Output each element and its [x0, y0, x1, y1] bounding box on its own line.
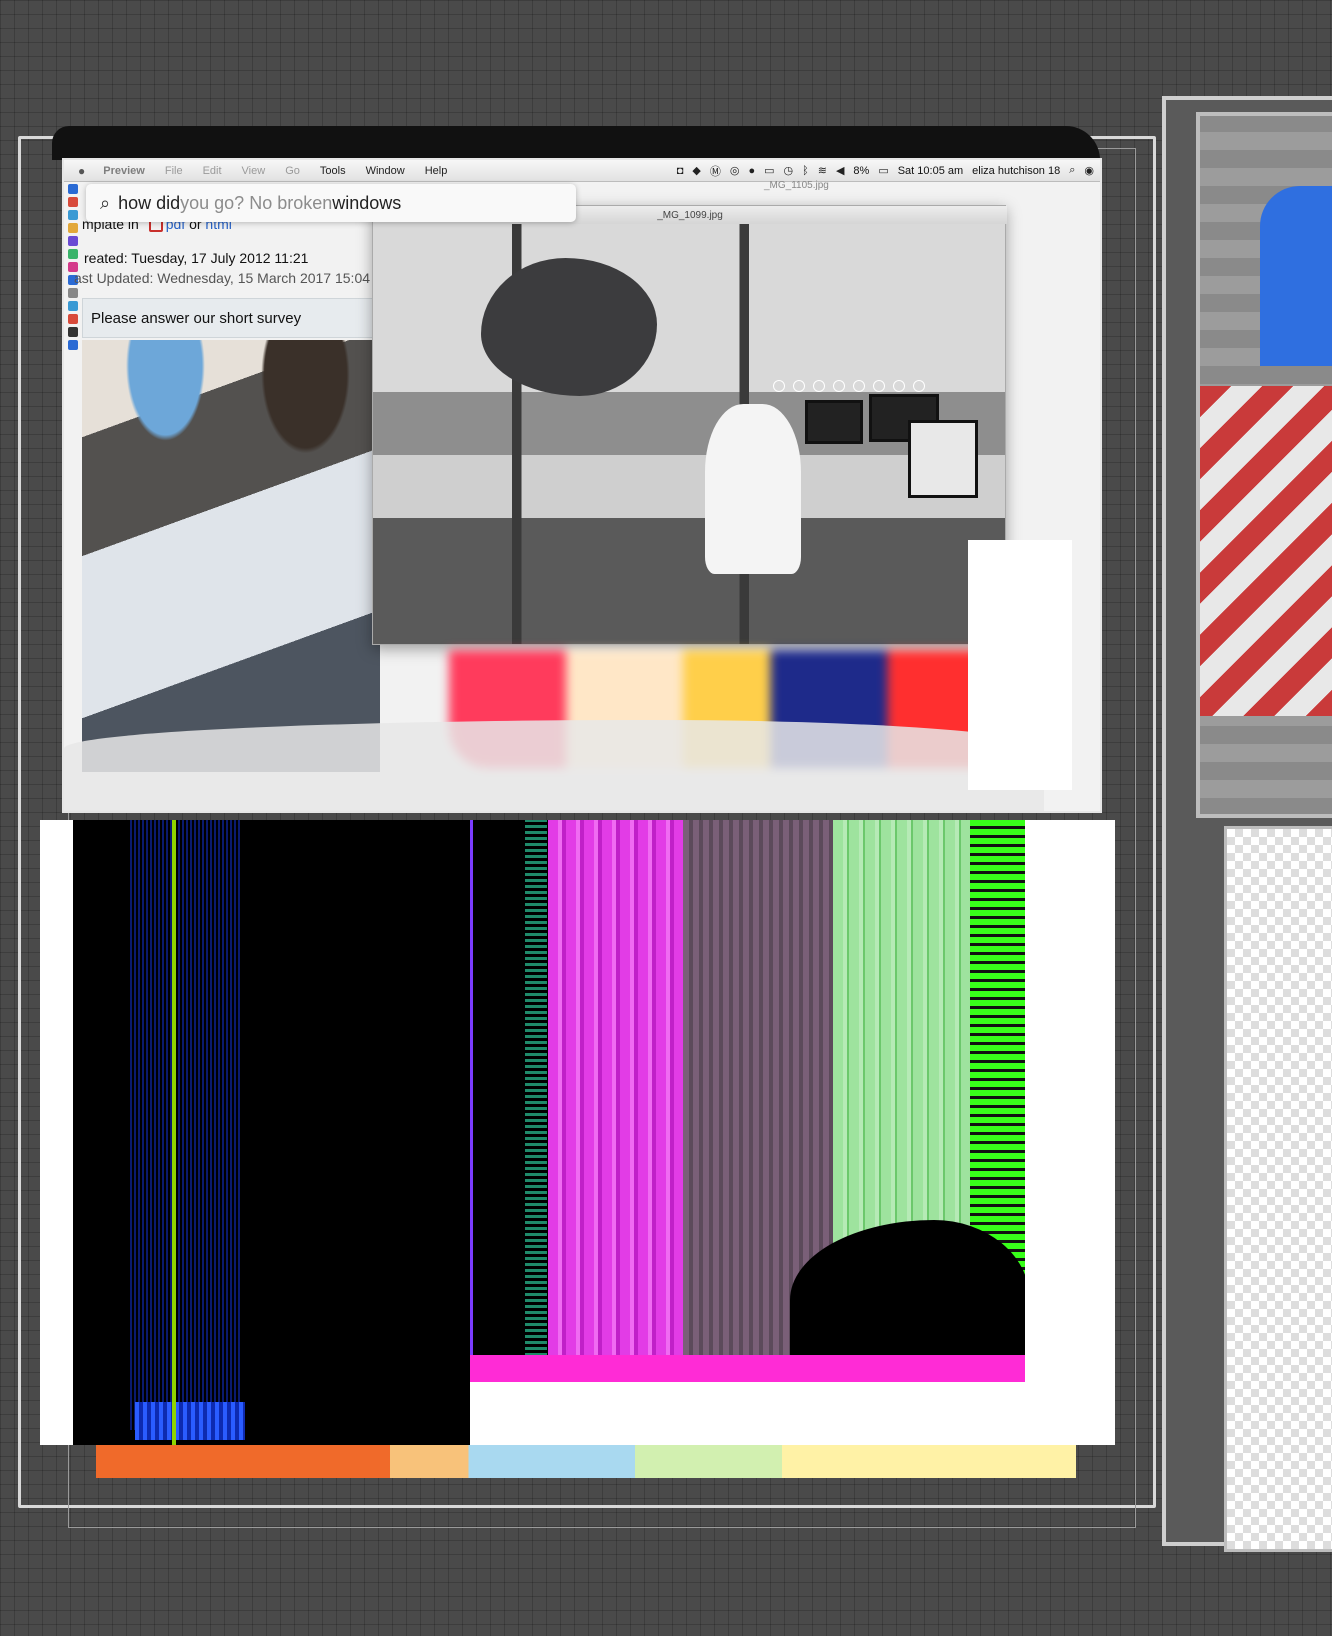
dropbox-icon[interactable]: ◆ [692, 164, 700, 177]
menu-tools[interactable]: Tools [310, 165, 356, 177]
ring [853, 380, 865, 392]
glitch-purple-line [470, 820, 473, 1445]
glitch-magenta-band [548, 820, 683, 1380]
ring [833, 380, 845, 392]
preview-title: _MG_1099.jpg [657, 209, 723, 221]
app-icon[interactable] [68, 197, 78, 207]
app-icon[interactable] [68, 236, 78, 246]
dark-blob [481, 258, 657, 396]
glitch-white-right [1025, 820, 1115, 1445]
glitch-bottom-band [470, 1355, 1030, 1445]
time-machine-icon[interactable]: ◷ [784, 164, 794, 177]
app-icon[interactable] [68, 210, 78, 220]
glyph-pattern [1237, 949, 1327, 1399]
search-input[interactable]: ⌕ how did you go? No broken windows [86, 184, 576, 222]
screenshot-window: ● Preview File Edit View Go Tools Window… [62, 158, 1102, 813]
pixelated-red-stripes [1200, 386, 1332, 716]
black-top-smear [52, 126, 1100, 160]
bottom-color-strip [96, 1445, 1076, 1478]
search-rest: windows [332, 192, 402, 213]
updated-date: ast Updated: Wednesday, 15 March 2017 15… [74, 270, 371, 286]
survey-link[interactable]: Please answer our short survey [82, 298, 378, 338]
glitch-artwork [40, 820, 1115, 1445]
glitch-white-edge [40, 820, 100, 1445]
ring [793, 380, 805, 392]
user-name[interactable]: eliza hutchison 18 [972, 165, 1060, 177]
person-at-desk [705, 404, 801, 574]
status-area: ◘ ◆ Ⓜ ◎ ● ▭ ◷ ᛒ ≋ ◀ 8% ▭ Sat 10:05 am el… [677, 163, 1100, 179]
app-icon[interactable] [68, 249, 78, 259]
created-date: reated: Tuesday, 17 July 2012 11:21 [84, 250, 309, 266]
menu-file[interactable]: File [155, 165, 193, 177]
bluetooth-icon[interactable]: ᛒ [802, 165, 809, 177]
menu-go[interactable]: Go [275, 165, 310, 177]
right-artwork-top [1196, 112, 1332, 818]
menu-help[interactable]: Help [415, 165, 458, 177]
ring [893, 380, 905, 392]
office-photo [373, 224, 1005, 644]
evernote-icon[interactable]: ● [748, 165, 755, 177]
preview-window: _MG_1099.jpg [372, 205, 1007, 645]
right-artwork-bottom [1224, 826, 1332, 1552]
search-icon: ⌕ [100, 192, 111, 213]
clock[interactable]: Sat 10:05 am [898, 165, 963, 177]
pixelated-blue-sign [1260, 186, 1332, 366]
white-smear [64, 720, 1044, 811]
apple-menu-icon[interactable]: ● [64, 164, 93, 178]
menu-edit[interactable]: Edit [193, 165, 232, 177]
search-ghost: you go? No broken [180, 192, 333, 213]
monitor [908, 420, 978, 498]
app-icon[interactable] [68, 301, 78, 311]
battery-icon[interactable]: ▭ [878, 164, 888, 177]
search-typed: how did [118, 192, 181, 213]
app-icon[interactable] [68, 314, 78, 324]
glitch-green-line [172, 820, 176, 1445]
volume-icon[interactable]: ◀ [836, 164, 844, 177]
menu-bar: ● Preview File Edit View Go Tools Window… [64, 160, 1100, 182]
camera-icon[interactable]: ◘ [677, 165, 684, 177]
creative-cloud-icon[interactable]: ◎ [730, 164, 740, 177]
ring [773, 380, 785, 392]
glitch-blue-band [130, 820, 240, 1430]
back-window-title[interactable]: _MG_1105.jpg [764, 180, 829, 191]
app-icon[interactable] [68, 184, 78, 194]
battery-percent: 8% [853, 164, 870, 177]
glitch-teal-band [525, 820, 547, 1380]
left-icon-strip [68, 184, 82, 624]
app-icon[interactable] [68, 223, 78, 233]
app-icon[interactable] [68, 327, 78, 337]
app-icon[interactable] [68, 288, 78, 298]
ring [813, 380, 825, 392]
siri-icon[interactable]: ◉ [1084, 164, 1094, 177]
ring [913, 380, 925, 392]
people-photo [82, 340, 380, 772]
airplay-icon[interactable]: ▭ [764, 164, 774, 177]
menu-window[interactable]: Window [356, 165, 415, 177]
monitor [805, 400, 863, 444]
wifi-icon[interactable]: ≋ [818, 164, 827, 177]
ring [873, 380, 885, 392]
glitch-blue-block [135, 1402, 245, 1440]
m-icon[interactable]: Ⓜ [710, 163, 721, 179]
menu-preview[interactable]: Preview [93, 165, 155, 177]
app-icon[interactable] [68, 340, 78, 350]
ring-decoration [773, 380, 925, 392]
white-patch [968, 540, 1072, 790]
search-icon[interactable]: ⌕ [1069, 164, 1075, 177]
menu-view[interactable]: View [232, 165, 276, 177]
